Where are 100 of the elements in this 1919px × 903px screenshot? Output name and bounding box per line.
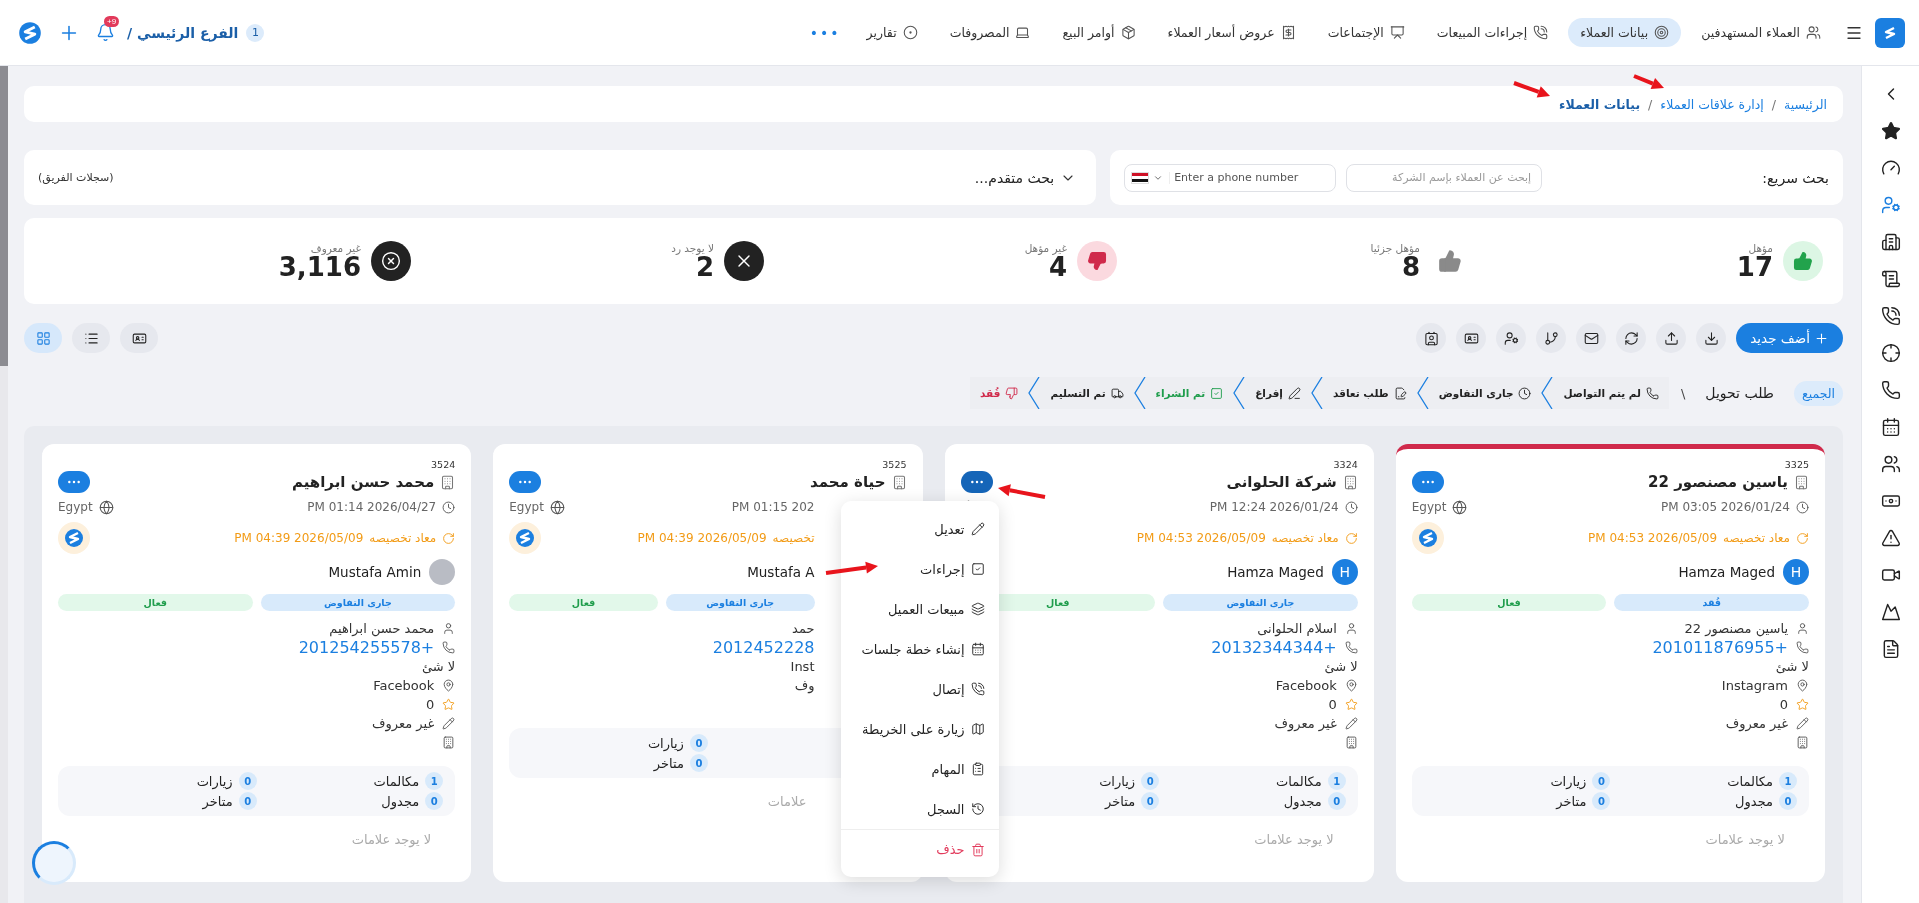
upload-button[interactable]: [1656, 323, 1687, 353]
breadcrumb-link[interactable]: إدارة علاقات العملاء: [1660, 96, 1764, 112]
card-view-button[interactable]: [120, 323, 158, 353]
id-card-icon: [1463, 330, 1479, 346]
count-badge: 0: [1779, 792, 1797, 810]
phone-call-icon: [1880, 306, 1901, 326]
status-tag: فعال: [1411, 594, 1607, 611]
pen-icon: [1287, 386, 1301, 400]
stage-filter[interactable]: جارى التفاوض: [1428, 377, 1542, 409]
logo-icon: [18, 20, 42, 45]
users-icon: [1880, 195, 1901, 215]
appointment-time: PM 04:39 2026/05/09: [234, 531, 364, 545]
count-badge: 0: [238, 792, 257, 810]
chevron-divider: [1233, 377, 1246, 409]
more-button[interactable]: [960, 471, 993, 493]
grid-view-icon: [35, 330, 51, 346]
add-new-button[interactable]: أضف جديد: [1736, 323, 1843, 353]
client-id: 3525: [882, 459, 907, 470]
breadcrumb-link[interactable]: بيانات العملاء: [1559, 96, 1641, 112]
menu-item[interactable]: إتصال: [840, 669, 999, 709]
building-icon: [1794, 474, 1809, 490]
empty-labels-text: لا يوجد علامات: [1705, 832, 1785, 847]
count-label: متاخر: [1556, 793, 1587, 809]
grid-view-button[interactable]: [24, 323, 62, 353]
stage-filter[interactable]: لم يتم التواصل: [1553, 377, 1669, 409]
phone-link[interactable]: +201254255578: [298, 638, 435, 657]
phone-call-icon: [1533, 25, 1549, 40]
download-button[interactable]: [1696, 323, 1727, 353]
mail-button[interactable]: [1576, 323, 1607, 353]
phone-link[interactable]: +201011876955: [1652, 638, 1788, 657]
id-card-button[interactable]: [1456, 323, 1487, 353]
count-badge: 0: [1592, 792, 1611, 810]
stage-tag: فُقد: [1614, 594, 1809, 611]
menu-item[interactable]: تعديل: [840, 509, 999, 549]
brand-logo[interactable]: [1875, 17, 1905, 48]
phone-input[interactable]: Enter a phone number: [1170, 171, 1336, 184]
nav-tab[interactable]: تقارير: [854, 18, 930, 47]
star-icon: [1880, 121, 1901, 141]
branch-button[interactable]: [1536, 323, 1567, 353]
more-button[interactable]: [58, 471, 90, 493]
classification-text: غير معروف: [1725, 716, 1788, 731]
empty-labels-text: لا يوجد علامات: [1254, 832, 1334, 847]
phone-icon: [1645, 386, 1659, 400]
nav-tab[interactable]: المصروفات: [937, 18, 1043, 47]
contact-name: حمد: [792, 621, 815, 636]
branch-icon: [1543, 330, 1559, 346]
phone-field[interactable]: Enter a phone number: [1124, 163, 1337, 192]
building-icon: [1342, 474, 1358, 490]
country-text: Egypt: [58, 500, 93, 514]
stage-filter[interactable]: تم التسليم: [1040, 377, 1134, 409]
phone-link[interactable]: +20132344344: [1211, 638, 1337, 657]
pin-icon: [1344, 679, 1358, 692]
stage-filter[interactable]: طلب تعاقد: [1322, 377, 1417, 409]
filter-tab[interactable]: طلب تحويل: [1697, 380, 1782, 406]
menu-item[interactable]: إنشاء خطة جلسات: [840, 629, 999, 669]
stat-icon: [1077, 241, 1117, 281]
count-badge: 0: [1592, 772, 1611, 790]
nav-tab[interactable]: إجراءات المبيعات: [1424, 18, 1561, 47]
refresh-button[interactable]: [1616, 323, 1647, 353]
phone-icon: [442, 641, 456, 654]
status-tag: فعال: [58, 594, 253, 611]
breadcrumb-link[interactable]: الرئيسية: [1783, 96, 1827, 112]
nav-tab[interactable]: أوامر البيع: [1050, 18, 1148, 47]
user-settings-button[interactable]: [1496, 323, 1527, 353]
contact-button[interactable]: [1416, 323, 1447, 353]
nav-tab[interactable]: العملاء المستهدفين: [1689, 18, 1833, 47]
more-button[interactable]: [509, 471, 542, 493]
nav-tab[interactable]: الإجتماعات: [1315, 18, 1417, 47]
count-label: زيارات: [647, 735, 684, 751]
phone-link[interactable]: 2012452228: [712, 638, 815, 657]
menu-item[interactable]: زيارة على الخريطة: [840, 709, 999, 749]
client-id: 3524: [431, 459, 456, 470]
nav-tab[interactable]: بيانات العملاء: [1568, 18, 1682, 47]
chevron-divider: [1310, 377, 1323, 409]
quick-search-label: بحث سريع:: [1762, 169, 1829, 186]
menu-item[interactable]: إجراءات: [840, 549, 999, 589]
country-text: Egypt: [509, 500, 544, 514]
menu-item[interactable]: السجل: [840, 789, 999, 829]
rating-text: 0: [425, 697, 435, 712]
refresh-icon: [1796, 531, 1809, 545]
user-avatar: H: [1783, 559, 1809, 585]
more-button[interactable]: [1411, 471, 1444, 493]
list-view-button[interactable]: [72, 323, 110, 353]
advanced-search-dropdown[interactable]: بحث متقدم...: [968, 168, 1083, 187]
count-label: مكالمات: [1275, 773, 1322, 789]
notifications-button[interactable]: +9: [92, 19, 119, 46]
scrollbar[interactable]: [0, 66, 8, 903]
globe-icon: [549, 499, 565, 515]
stage-filter[interactable]: إفراغ: [1245, 377, 1311, 409]
count-badge: 0: [1141, 792, 1160, 810]
company-search-field[interactable]: إبحث عن العملاء بإسم الشركة: [1346, 163, 1543, 192]
nav-tab[interactable]: عروض أسعار العملاء: [1155, 18, 1308, 47]
star-icon: [1344, 698, 1358, 711]
stat-label: لا يوجد رد: [671, 242, 714, 254]
stage-filter[interactable]: فُقد: [969, 377, 1029, 409]
chevron-divider: [1133, 377, 1146, 409]
count-badge: 0: [238, 772, 257, 790]
menu-item[interactable]: المهام: [840, 749, 999, 789]
more-button[interactable]: •••: [803, 23, 847, 42]
count-label: مجدول: [1283, 793, 1322, 809]
